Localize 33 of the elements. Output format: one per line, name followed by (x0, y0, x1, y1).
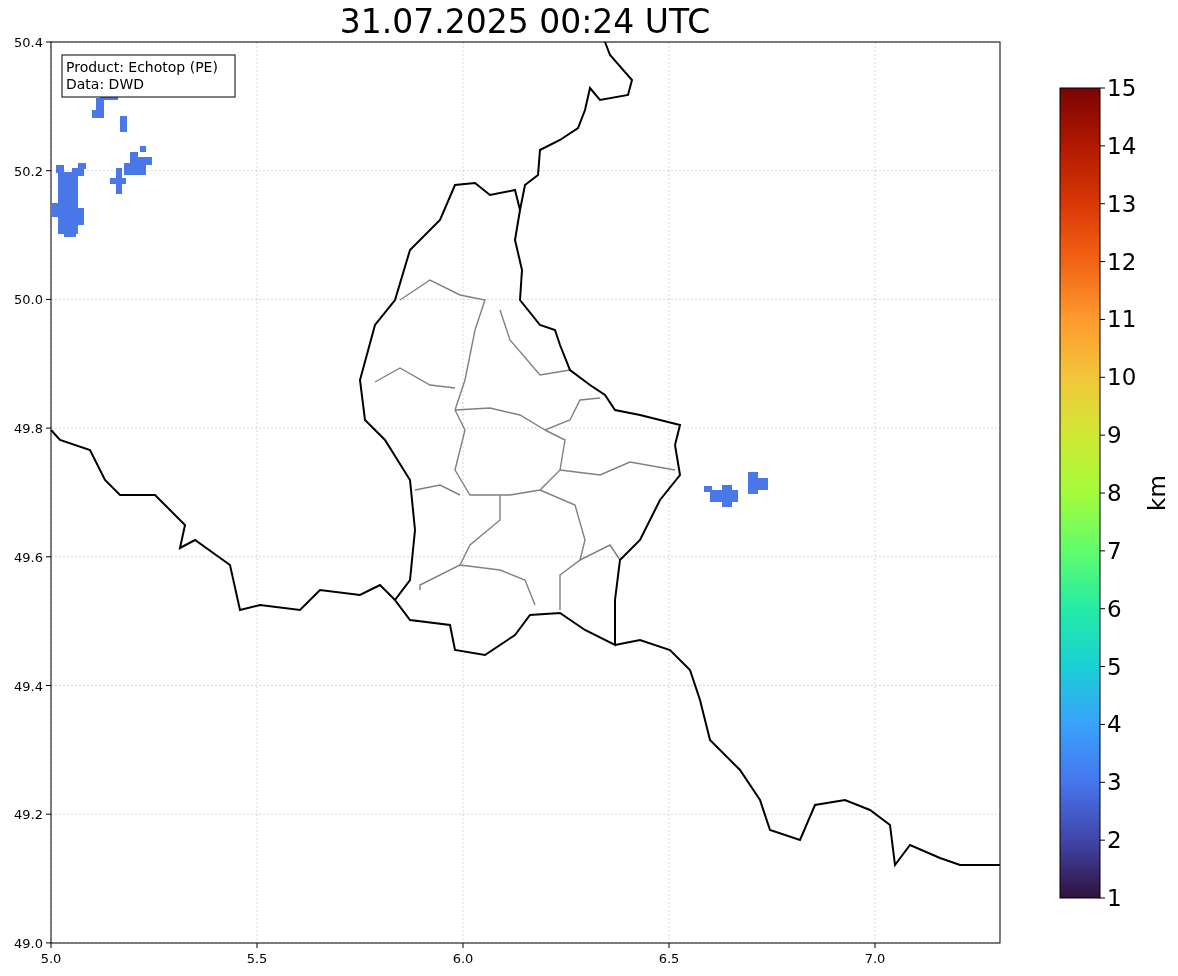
axis-tick-label: 50.2 (14, 163, 43, 179)
info-text: Data: DWD (66, 76, 144, 92)
colorbar-label: km (1144, 475, 1170, 511)
colorbar-tick-label: 7 (1107, 537, 1122, 564)
colorbar-tick-label: 15 (1107, 75, 1137, 101)
colorbar-tick-label: 2 (1107, 827, 1122, 854)
axis-tick-label: 5.0 (40, 951, 62, 966)
axis-tick-label: 7.0 (864, 951, 886, 966)
colorbar-tick-label: 5 (1107, 653, 1122, 680)
axis-tick-label: 6.0 (452, 951, 474, 966)
colorbar-tick-label: 9 (1107, 422, 1122, 449)
colorbar-tick-label: 13 (1107, 190, 1137, 217)
radar-echo (704, 472, 768, 507)
axis-tick-label: 5.5 (246, 951, 268, 966)
colorbar-tick-label: 8 (1107, 480, 1122, 506)
colorbar-tick-label: 3 (1107, 769, 1122, 796)
colorbar-tick-label: 10 (1107, 364, 1137, 391)
axis-tick-label: 49.4 (14, 678, 43, 694)
figure-title: 31.07.2025 00:24 UTC (339, 2, 711, 41)
colorbar-tick-label: 12 (1107, 248, 1137, 275)
colorbar-tick-label: 6 (1107, 595, 1122, 622)
axis-tick-label: 49.8 (14, 421, 43, 437)
axis-tick-label: 50.4 (14, 35, 43, 50)
colorbar-tick-label: 11 (1107, 306, 1137, 333)
info-text: Product: Echotop (PE) (66, 59, 218, 75)
axis-tick-label: 50.0 (14, 292, 43, 308)
axis-tick-label: 49.0 (14, 935, 43, 951)
colorbar-tick-label: 14 (1107, 132, 1137, 159)
axis-tick-label: 6.5 (658, 951, 680, 966)
axis-tick-label: 49.2 (14, 807, 43, 823)
colorbar-tick-label: 4 (1107, 711, 1122, 738)
colorbar-tick-label: 1 (1107, 885, 1122, 911)
axis-tick-label: 49.6 (14, 549, 43, 565)
